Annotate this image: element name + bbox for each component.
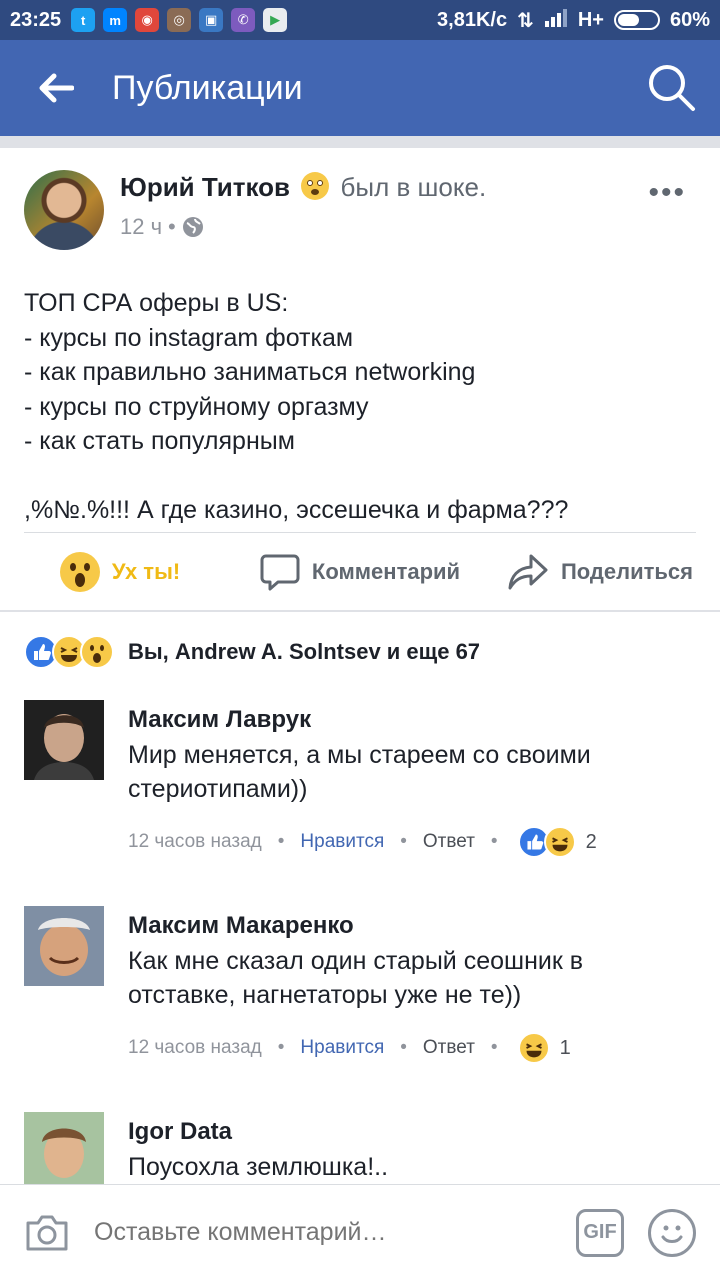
meta-separator: • xyxy=(168,214,176,239)
post-author-name[interactable]: Юрий Титков xyxy=(120,172,290,202)
share-icon xyxy=(508,554,548,590)
share-label: Поделиться xyxy=(560,559,694,584)
commenter-avatar[interactable] xyxy=(24,700,104,780)
back-arrow-icon xyxy=(39,73,74,103)
divider xyxy=(0,610,720,612)
comment-time: 12 часов назад xyxy=(128,831,262,852)
globe-icon xyxy=(182,217,203,237)
commenter-avatar[interactable] xyxy=(24,906,104,986)
commenter-avatar[interactable] xyxy=(24,1112,104,1192)
emoji-button[interactable] xyxy=(648,1208,696,1257)
comment-meta: 12 часов назад • Нравится • Ответ • 2 xyxy=(128,826,688,858)
battery-fill xyxy=(617,14,640,26)
meta-dot: • xyxy=(400,831,407,852)
wow-reaction-icon xyxy=(80,635,114,669)
page-title: Публикации xyxy=(112,68,303,107)
battery-icon xyxy=(613,10,660,30)
network-speed: 3,81K/c xyxy=(437,8,508,31)
comment-text: Поусохла землюшка!.. xyxy=(128,1153,389,1181)
reactions-summary[interactable]: Вы, Andrew A. Solntsev и еще 67 xyxy=(24,634,480,670)
comment-text: Как мне сказал один старый сеошник в отс… xyxy=(128,947,584,1009)
status-time: 23:25 xyxy=(10,8,62,31)
comment-text: Мир меняется, а мы стареем со своими сте… xyxy=(128,741,591,803)
meta-dot: • xyxy=(490,1037,498,1058)
haha-reaction-icon xyxy=(517,1032,550,1064)
battery-percent: 60% xyxy=(669,8,710,31)
post-header: Юрий Титков был в шоке. 12 ч • ••• xyxy=(24,170,696,254)
share-button[interactable]: Поделиться xyxy=(480,553,720,591)
camera-button[interactable] xyxy=(0,1185,94,1281)
smile-icon xyxy=(661,1225,683,1243)
data-transfer-icon: ⇅ xyxy=(517,9,534,32)
divider xyxy=(0,136,720,148)
back-button[interactable] xyxy=(0,40,112,136)
post-actions: Ух ты! Комментарий Поделиться xyxy=(0,534,720,610)
status-bar: 23:25 t m ◉ ◎ ▣ ✆ ▶ 3,81K/c ⇅ H+ 60% xyxy=(0,0,720,40)
comment-time: 12 часов назад xyxy=(128,1037,262,1058)
divider xyxy=(24,532,696,533)
post-feeling: был в шоке. xyxy=(340,172,487,202)
shocked-emoji-icon xyxy=(301,172,330,200)
comment-label: Комментарий xyxy=(311,559,461,584)
comment-reactions[interactable]: 1 xyxy=(517,1032,571,1064)
search-button[interactable] xyxy=(624,40,720,136)
app-icon: ▣ xyxy=(199,8,224,32)
messenger-icon: m xyxy=(103,8,128,32)
wow-emoji-icon xyxy=(59,552,100,592)
reaction-label: Ух ты! xyxy=(111,559,181,584)
meta-dot: • xyxy=(400,1037,407,1058)
commenter-name[interactable]: Максим Макаренко xyxy=(128,912,688,940)
commenter-name[interactable]: Максим Лаврук xyxy=(128,706,688,734)
gif-button[interactable]: GIF xyxy=(576,1208,624,1257)
play-store-icon: ▶ xyxy=(263,8,288,32)
meta-dot: • xyxy=(490,831,498,852)
author-avatar[interactable] xyxy=(24,170,104,250)
comment-input[interactable] xyxy=(94,1218,576,1247)
signal-icon xyxy=(544,7,568,33)
reaction-button[interactable]: Ух ты! xyxy=(0,552,240,592)
post-text: ТОП СРА оферы в US: - курсы по instagram… xyxy=(24,289,569,524)
comment-like-button[interactable]: Нравится xyxy=(300,1037,384,1059)
camera-icon xyxy=(26,1215,68,1250)
comment-reply-button[interactable]: Ответ xyxy=(423,831,475,853)
meta-dot: • xyxy=(277,831,285,852)
chrome-icon: ◉ xyxy=(135,8,160,32)
comment-button[interactable]: Комментарий xyxy=(240,553,480,591)
comment-icon xyxy=(260,554,300,591)
comment-meta: 12 часов назад • Нравится • Ответ • 1 xyxy=(128,1032,688,1064)
comment-reply-button[interactable]: Ответ xyxy=(423,1037,475,1059)
post-author-line: Юрий Титков был в шоке. xyxy=(120,172,486,203)
network-type: H+ xyxy=(577,8,604,31)
post-meta: 12 ч • xyxy=(120,214,204,240)
twitter-icon: t xyxy=(71,8,96,32)
comment-reaction-count: 2 xyxy=(585,830,597,853)
instagram-icon: ◎ xyxy=(167,8,192,32)
haha-reaction-icon xyxy=(543,826,576,858)
search-icon xyxy=(649,65,695,111)
viber-icon: ✆ xyxy=(231,8,256,32)
post-time[interactable]: 12 ч xyxy=(120,214,162,240)
comment-reaction-count: 1 xyxy=(559,1036,571,1059)
comment-like-button[interactable]: Нравится xyxy=(300,831,384,853)
post-options-button[interactable]: ••• xyxy=(648,176,686,210)
comment-composer: GIF xyxy=(0,1184,720,1280)
meta-dot: • xyxy=(277,1037,285,1058)
notification-icons: t m ◉ ◎ ▣ ✆ ▶ xyxy=(71,8,288,32)
app-bar: Публикации xyxy=(0,40,720,136)
commenter-name[interactable]: Igor Data xyxy=(128,1118,688,1146)
reactions-summary-text: Вы, Andrew A. Solntsev и еще 67 xyxy=(128,639,481,664)
comment-reactions[interactable]: 2 xyxy=(517,826,597,858)
